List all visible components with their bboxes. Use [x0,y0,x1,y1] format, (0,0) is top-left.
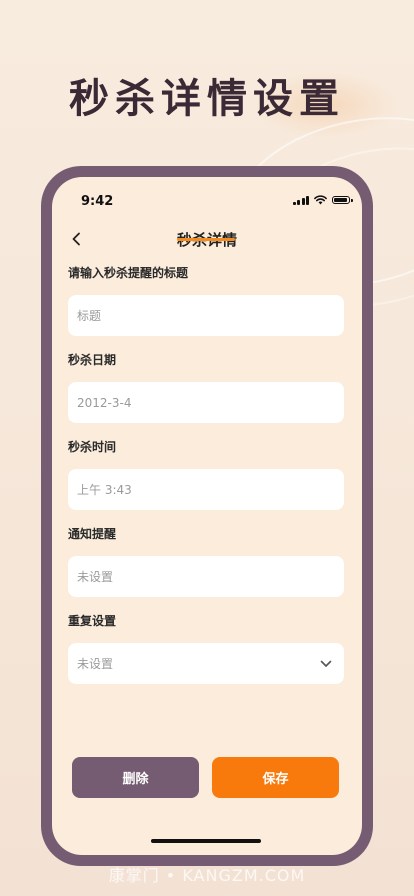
date-label: 秒杀日期 [68,353,117,367]
repeat-label: 重复设置 [68,614,117,628]
page-title: 秒杀详情设置 [69,76,345,122]
battery-icon [332,196,353,204]
title-label: 请输入秒杀提醒的标题 [68,266,189,280]
title-field-group: 请输入秒杀提醒的标题 标题 [68,265,344,352]
time-value: 上午 3:43 [77,483,132,497]
phone-screen: 9:42 秒杀详情 [52,177,362,855]
date-field-group: 秒杀日期 2012-3-4 [68,352,344,439]
title-input-placeholder: 标题 [77,309,102,323]
wifi-icon [314,195,327,205]
repeat-value: 未设置 [77,657,114,671]
save-button[interactable]: 保存 [212,757,339,798]
chevron-down-icon [320,660,332,668]
title-input[interactable]: 标题 [68,295,344,336]
time-picker[interactable]: 上午 3:43 [68,469,344,510]
date-value: 2012-3-4 [77,395,132,410]
notification-select[interactable]: 未设置 [68,556,344,597]
cellular-signal-icon [292,195,309,205]
repeat-field-group: 重复设置 未设置 [68,613,344,700]
repeat-select[interactable]: 未设置 [68,643,344,684]
status-bar: 9:42 [52,177,362,221]
status-time: 9:42 [81,194,114,209]
notification-value: 未设置 [77,570,114,584]
time-label: 秒杀时间 [68,440,117,454]
nav-title-underline [177,238,235,241]
watermark: 康掌门 • KANGZM.COM [108,866,306,885]
time-field-group: 秒杀时间 上午 3:43 [68,439,344,526]
notification-label: 通知提醒 [68,527,117,541]
delete-button[interactable]: 删除 [72,757,199,798]
notification-field-group: 通知提醒 未设置 [68,526,344,613]
date-picker[interactable]: 2012-3-4 [68,382,344,423]
home-indicator [151,839,261,843]
phone-frame: 9:42 秒杀详情 [41,166,373,866]
seckill-form: 请输入秒杀提醒的标题 标题 秒杀日期 2012-3-4 秒杀时间 上午 3:43… [68,265,344,700]
status-icons [292,195,353,205]
